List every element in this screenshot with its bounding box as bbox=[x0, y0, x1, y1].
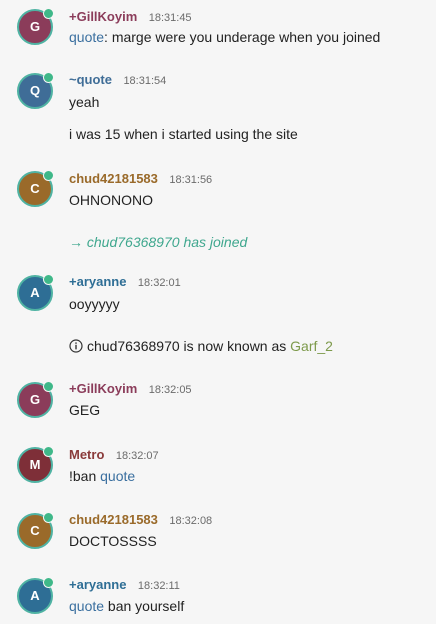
avatar-letter: G bbox=[29, 19, 41, 34]
timestamp: 18:31:54 bbox=[123, 75, 167, 87]
avatar-letter: A bbox=[30, 285, 40, 300]
nick-change-text: is now known as bbox=[183, 338, 287, 354]
message-text: !ban quote bbox=[69, 468, 135, 484]
old-nickname[interactable]: chud76368970 bbox=[87, 338, 180, 354]
online-status-icon bbox=[43, 8, 54, 19]
mention-link[interactable]: quote bbox=[69, 29, 104, 45]
avatar-letter: Q bbox=[29, 83, 41, 98]
arrow-right-icon: → bbox=[69, 234, 83, 250]
timestamp: 18:32:07 bbox=[115, 450, 159, 462]
message-text: quote ban yourself bbox=[69, 598, 184, 614]
avatar[interactable]: A bbox=[17, 274, 54, 311]
avatar[interactable]: G bbox=[17, 8, 54, 45]
online-status-icon bbox=[43, 381, 54, 392]
avatar[interactable]: Q bbox=[17, 72, 54, 109]
message-header: chud42181583 18:31:56 bbox=[69, 170, 212, 188]
avatar-letter: C bbox=[30, 523, 40, 538]
avatar-letter: A bbox=[30, 588, 40, 603]
timestamp: 18:32:01 bbox=[137, 277, 181, 289]
message-header: Metro 18:32:07 bbox=[69, 446, 159, 464]
nickname[interactable]: +aryanne bbox=[69, 274, 126, 289]
nickname[interactable]: chud42181583 bbox=[69, 171, 158, 186]
message-body: : marge were you underage when you joine… bbox=[104, 29, 381, 45]
nickname[interactable]: chud42181583 bbox=[69, 512, 158, 527]
message-header: +aryanne 18:32:01 bbox=[69, 273, 181, 291]
message-text: yeah bbox=[69, 94, 100, 110]
mention-link[interactable]: quote bbox=[100, 468, 135, 484]
nickname[interactable]: +GillKoyim bbox=[69, 9, 137, 24]
message-text: quote: marge were you underage when you … bbox=[69, 29, 380, 45]
message-header: +GillKoyim 18:32:05 bbox=[69, 380, 192, 398]
mention-link[interactable]: quote bbox=[69, 598, 104, 614]
message-text: OHNONONO bbox=[69, 192, 153, 208]
online-status-icon bbox=[43, 274, 54, 285]
timestamp: 18:31:45 bbox=[148, 12, 192, 24]
nickname[interactable]: Metro bbox=[69, 447, 104, 462]
chat-log[interactable]: G +GillKoyim 18:31:45 quote: marge were … bbox=[0, 0, 436, 624]
avatar[interactable]: M bbox=[17, 446, 54, 483]
avatar[interactable]: C bbox=[17, 512, 54, 549]
avatar[interactable]: C bbox=[17, 170, 54, 207]
avatar-letter: C bbox=[30, 181, 40, 196]
message-header: chud42181583 18:32:08 bbox=[69, 511, 212, 529]
nickname[interactable]: +aryanne bbox=[69, 577, 126, 592]
message-body: ban yourself bbox=[104, 598, 185, 614]
message-text: i was 15 when i started using the site bbox=[69, 126, 298, 142]
message-text: GEG bbox=[69, 402, 101, 418]
timestamp: 18:32:05 bbox=[148, 384, 192, 396]
timestamp: 18:32:08 bbox=[169, 515, 213, 527]
message-text: DOCTOSSSS bbox=[69, 533, 157, 549]
nickname[interactable]: ~quote bbox=[69, 72, 112, 87]
timestamp: 18:32:11 bbox=[137, 580, 180, 592]
avatar[interactable]: G bbox=[17, 381, 54, 418]
online-status-icon bbox=[43, 512, 54, 523]
info-icon bbox=[69, 339, 83, 353]
message-header: +aryanne 18:32:11 bbox=[69, 576, 180, 594]
join-nickname[interactable]: chud76368970 bbox=[87, 234, 180, 250]
avatar[interactable]: A bbox=[17, 577, 54, 614]
command-text: !ban bbox=[69, 468, 101, 484]
avatar-letter: G bbox=[29, 392, 41, 407]
nickname[interactable]: +GillKoyim bbox=[69, 381, 137, 396]
online-status-icon bbox=[43, 577, 54, 588]
join-text: has joined bbox=[183, 234, 248, 250]
message-header: +GillKoyim 18:31:45 bbox=[69, 8, 192, 26]
message-text: ooyyyyy bbox=[69, 296, 120, 312]
new-nickname[interactable]: Garf_2 bbox=[290, 338, 333, 354]
join-notice: → chud76368970 has joined bbox=[69, 234, 247, 250]
online-status-icon bbox=[43, 72, 54, 83]
online-status-icon bbox=[43, 170, 54, 181]
nick-change-notice: chud76368970 is now known as Garf_2 bbox=[69, 338, 333, 354]
timestamp: 18:31:56 bbox=[169, 174, 213, 186]
avatar-letter: M bbox=[29, 457, 41, 472]
message-header: ~quote 18:31:54 bbox=[69, 71, 166, 89]
online-status-icon bbox=[43, 446, 54, 457]
